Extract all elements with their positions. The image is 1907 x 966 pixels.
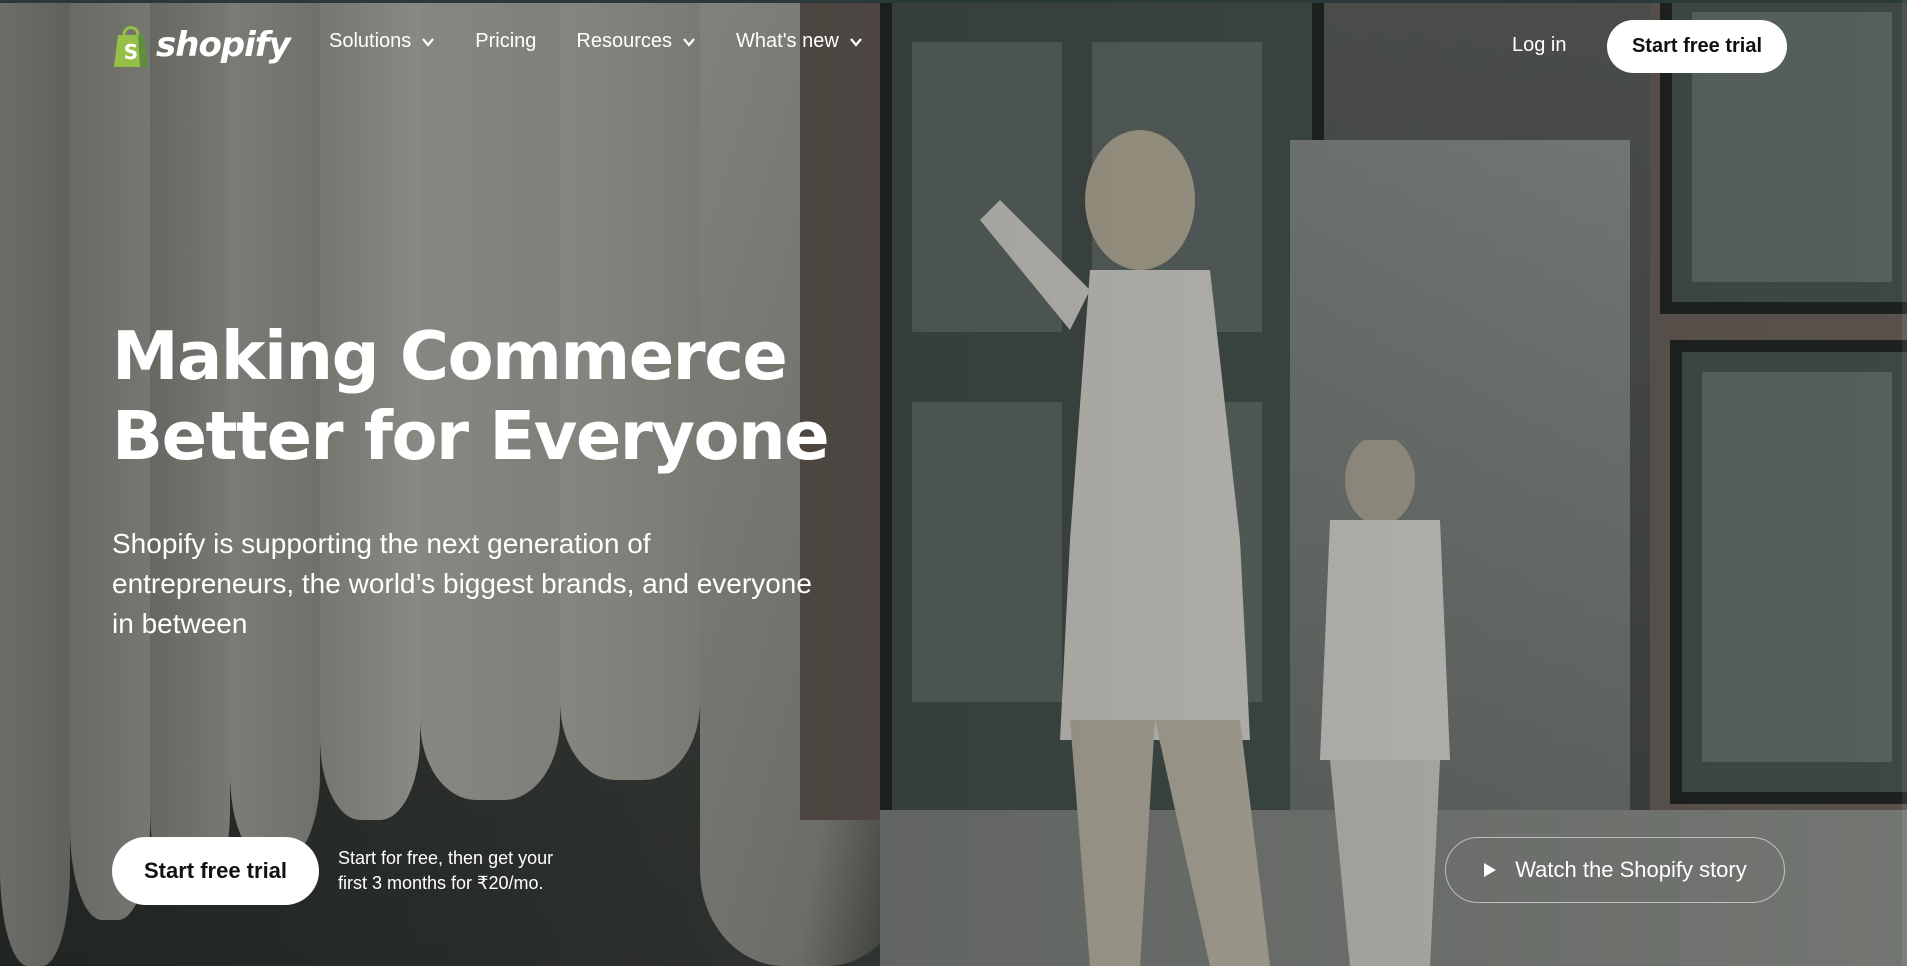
nav-item-whats-new[interactable]: What's new xyxy=(736,30,863,53)
nav-item-pricing[interactable]: Pricing xyxy=(475,30,536,53)
shopify-logo[interactable]: S shopify xyxy=(112,20,291,70)
nav-item-resources[interactable]: Resources xyxy=(576,30,696,53)
hero-start-free-trial-button[interactable]: Start free trial xyxy=(112,837,319,905)
nav-menu: Solutions Pricing Resources What's new xyxy=(329,30,863,53)
hero-background xyxy=(0,0,1907,966)
scrollbar[interactable] xyxy=(1902,0,1907,966)
login-link[interactable]: Log in xyxy=(1512,34,1567,57)
chevron-down-icon xyxy=(849,37,862,47)
pricing-note-line: Start for free, then get your xyxy=(338,848,554,868)
pricing-note-line: first 3 months for ₹20/mo. xyxy=(338,873,544,893)
chevron-down-icon xyxy=(683,37,695,47)
nav-item-solutions[interactable]: Solutions xyxy=(329,30,435,53)
shopping-bag-icon: S xyxy=(114,26,148,67)
nav-item-label: Pricing xyxy=(475,30,537,52)
top-navigation: S shopify Solutions Pricing Resources Wh… xyxy=(0,0,1907,92)
brand-name: shopify xyxy=(156,25,291,65)
nav-item-label: What's new xyxy=(736,30,839,52)
watch-story-button[interactable]: Watch the Shopify story xyxy=(1445,837,1785,903)
hero-subtitle: Shopify is supporting the next generatio… xyxy=(112,528,812,639)
hero-title-line: Making Commerce xyxy=(112,317,788,395)
hero-title-line: Better for Everyone xyxy=(112,397,830,475)
watch-story-label: Watch the Shopify story xyxy=(1515,857,1747,882)
hero-title: Making Commerce Better for Everyone xyxy=(112,316,830,476)
pricing-note: Start for free, then get your first 3 mo… xyxy=(338,846,553,896)
play-icon xyxy=(1484,863,1497,877)
nav-item-label: Resources xyxy=(576,30,673,52)
chevron-down-icon xyxy=(422,37,435,47)
hero-overlay xyxy=(0,0,1907,966)
start-free-trial-button[interactable]: Start free trial xyxy=(1607,20,1787,73)
nav-item-label: Solutions xyxy=(329,30,412,52)
svg-text:S: S xyxy=(124,40,138,64)
